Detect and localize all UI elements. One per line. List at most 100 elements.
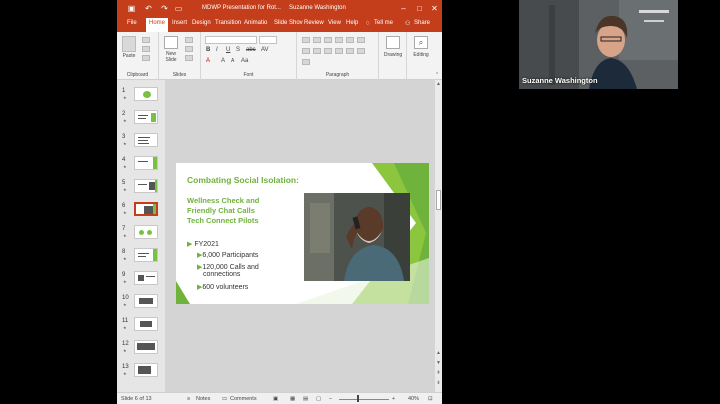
collapse-ribbon-icon[interactable]: ⌃ (435, 72, 439, 78)
tab-home[interactable]: Home (146, 18, 169, 32)
shrink-font-icon[interactable]: A (231, 58, 234, 64)
scrollbar-thumb[interactable] (436, 190, 441, 210)
zoom-slider-thumb[interactable] (357, 395, 359, 402)
normal-view-icon[interactable]: ▣ (273, 396, 278, 402)
align-left-icon[interactable] (302, 48, 310, 54)
slide-thumbnail-8[interactable] (134, 248, 158, 262)
layout-icon[interactable] (185, 37, 193, 43)
undo-icon[interactable]: ↶ (144, 4, 153, 13)
share-button[interactable]: Share (414, 20, 430, 26)
increase-indent-icon[interactable] (335, 37, 343, 43)
line-spacing-icon[interactable] (346, 37, 354, 43)
notes-icon[interactable]: ≡ (187, 396, 190, 402)
section-icon[interactable] (185, 55, 193, 61)
new-slide-button[interactable]: New Slide (161, 51, 181, 63)
tab-view[interactable]: View (328, 20, 341, 26)
slide-thumbnail-11[interactable] (134, 317, 158, 331)
tab-slide-show[interactable]: Slide Shov (274, 20, 303, 26)
slide-thumbnail-5[interactable] (134, 179, 158, 193)
change-case-icon[interactable]: Aa (241, 58, 248, 64)
bullets-icon[interactable] (302, 37, 310, 43)
maximize-icon[interactable]: □ (415, 4, 424, 13)
tab-help[interactable]: Help (346, 20, 358, 26)
numbering-icon[interactable] (313, 37, 321, 43)
tab-insert[interactable]: Insert (172, 20, 187, 26)
man-on-phone-photo[interactable] (304, 193, 410, 281)
slide-thumbnail-12[interactable] (134, 340, 158, 354)
share-icon[interactable]: ⚇ (405, 20, 410, 27)
slide-thumbnail-1[interactable] (134, 87, 158, 101)
align-right-icon[interactable] (324, 48, 332, 54)
prev-slide-icon[interactable]: ⇞ (435, 370, 442, 376)
font-name-dropdown[interactable] (205, 36, 257, 44)
new-slide-icon[interactable] (164, 36, 178, 49)
present-icon[interactable]: ▭ (174, 4, 183, 13)
scroll-up-icon[interactable]: ▲ (435, 81, 442, 87)
save-icon[interactable]: ▣ (127, 4, 136, 13)
search-icon[interactable]: ⌕ (414, 36, 428, 49)
shapes-icon[interactable] (386, 36, 400, 49)
zoom-slider[interactable] (339, 399, 389, 400)
reset-icon[interactable] (185, 46, 193, 52)
next-slide-icon[interactable]: ⇟ (435, 380, 442, 386)
paste-icon[interactable] (122, 36, 136, 52)
close-icon[interactable]: ✕ (430, 4, 439, 13)
fit-slide-icon[interactable]: ⊡ (428, 396, 433, 402)
slideshow-icon[interactable]: ▢ (316, 396, 321, 402)
smartart-icon[interactable] (302, 59, 310, 65)
cut-icon[interactable] (142, 37, 150, 43)
account-name[interactable]: Suzanne Washington (289, 5, 346, 11)
zoom-out-icon[interactable]: – (329, 396, 332, 402)
webcam-tile[interactable]: Suzanne Washington (519, 0, 678, 89)
justify-icon[interactable] (335, 48, 343, 54)
slide-thumbnail-3[interactable] (134, 133, 158, 147)
tab-file[interactable]: File (127, 20, 137, 26)
slide-thumbnail-10[interactable] (134, 294, 158, 308)
redo-icon[interactable]: ↷ (160, 4, 169, 13)
grow-font-icon[interactable]: A (221, 58, 225, 64)
slide-thumbnail-13[interactable] (134, 363, 158, 377)
align-text-icon[interactable] (357, 48, 365, 54)
reading-view-icon[interactable]: ▤ (303, 396, 308, 402)
zoom-level[interactable]: 40% (408, 396, 419, 402)
slide-thumbnail-2[interactable] (134, 110, 158, 124)
lightbulb-icon[interactable]: ♢ (365, 20, 370, 27)
decrease-indent-icon[interactable] (324, 37, 332, 43)
italic-icon[interactable]: I (216, 47, 218, 53)
comments-button[interactable]: Comments (230, 396, 257, 402)
slide-thumbnail-4[interactable] (134, 156, 158, 170)
slide-thumbnail-pane[interactable]: 1 ★ 2 ★ 3 ★ 4 ★ 5 ★ 6 ★ 7 ★ 8 ★ 9 ★ 10 ★… (117, 80, 163, 392)
tab-review[interactable]: Review (304, 20, 324, 26)
underline-icon[interactable]: U (226, 47, 230, 53)
comments-icon[interactable]: ▭ (222, 396, 227, 402)
slide-thumbnail-7[interactable] (134, 225, 158, 239)
char-spacing-icon[interactable]: AV (261, 47, 269, 53)
font-color-icon[interactable]: A (206, 58, 210, 64)
copy-icon[interactable] (142, 46, 150, 52)
font-size-dropdown[interactable] (259, 36, 277, 44)
drawing-button[interactable]: Drawing (380, 52, 406, 58)
bold-icon[interactable]: B (206, 47, 210, 53)
shadow-icon[interactable]: S (236, 47, 240, 53)
paste-button[interactable]: Paste (120, 53, 138, 59)
tab-design[interactable]: Design (192, 20, 211, 26)
columns-icon[interactable] (346, 48, 354, 54)
slide-thumbnail-9[interactable] (134, 271, 158, 285)
text-direction-icon[interactable] (357, 37, 365, 43)
format-painter-icon[interactable] (142, 55, 150, 61)
strikethrough-icon[interactable]: abc (246, 47, 256, 53)
tell-me-search[interactable]: Tell me (374, 20, 393, 26)
zoom-in-icon[interactable]: + (392, 396, 395, 402)
vertical-scrollbar[interactable]: ▲ ▲ ▼ ⇞ ⇟ (435, 80, 442, 392)
slide-sorter-icon[interactable]: ▦ (290, 396, 295, 402)
align-center-icon[interactable] (313, 48, 321, 54)
minimize-icon[interactable]: – (399, 4, 408, 13)
current-slide[interactable]: Combating Social Isolation: Wellness Che… (176, 163, 429, 304)
tab-animations[interactable]: Animatio (244, 20, 267, 26)
scroll-up-small-icon[interactable]: ▲ (435, 350, 442, 356)
notes-button[interactable]: Notes (196, 396, 210, 402)
scroll-down-icon[interactable]: ▼ (435, 360, 442, 366)
slide-thumbnail-6[interactable] (134, 202, 158, 216)
tab-transitions[interactable]: Transition (215, 20, 241, 26)
editing-button[interactable]: Editing (408, 52, 434, 58)
